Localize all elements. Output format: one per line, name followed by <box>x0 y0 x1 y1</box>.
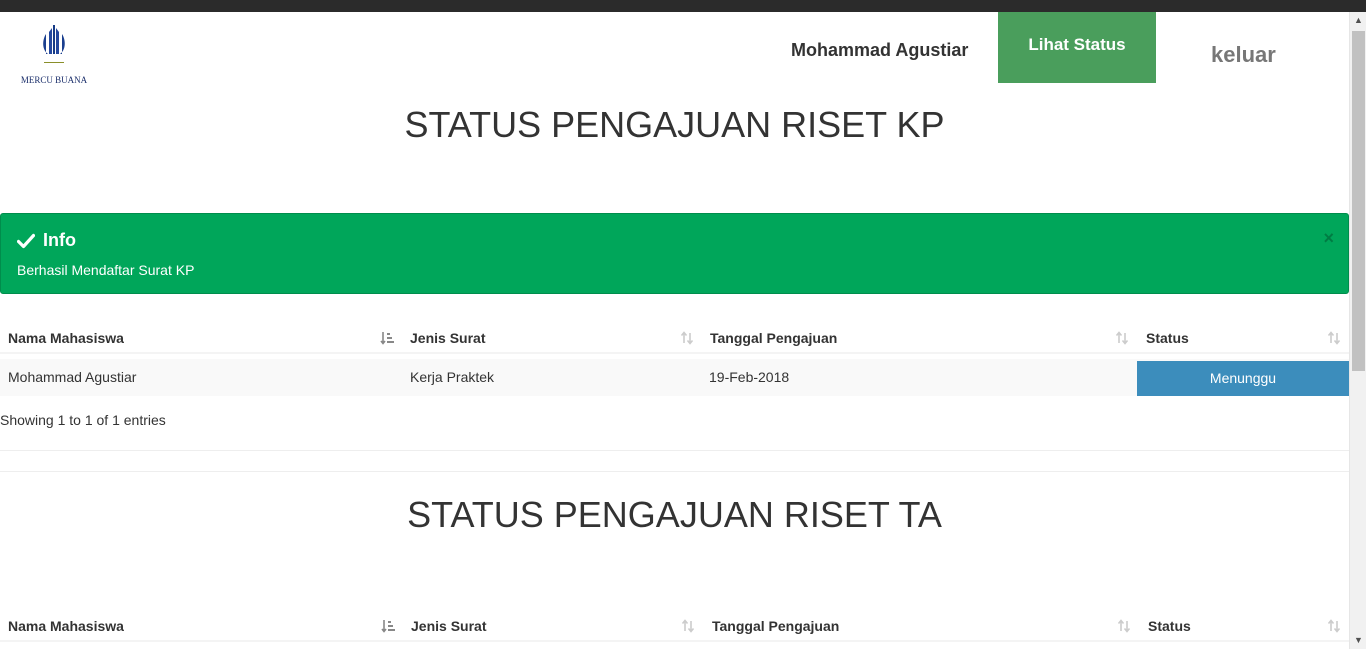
column-header-status[interactable]: Status <box>1148 610 1191 642</box>
mercu-buana-logo[interactable]: MERCU BUANA <box>18 24 90 86</box>
nav-logout-link[interactable]: keluar <box>1211 42 1276 68</box>
page-content: MERCU BUANA Mohammad Agustiar Lihat Stat… <box>0 12 1349 649</box>
sort-icon[interactable] <box>680 331 694 345</box>
table-header-row: Nama Mahasiswa Jenis Surat Tanggal Penga… <box>0 322 1349 354</box>
logo-text: MERCU BUANA <box>20 75 88 85</box>
sort-asc-icon[interactable] <box>380 331 394 345</box>
scroll-down-arrow-icon[interactable]: ▼ <box>1350 632 1366 649</box>
logo-emblem-icon <box>43 25 65 63</box>
sort-icon[interactable] <box>1115 331 1129 345</box>
column-header-nama[interactable]: Nama Mahasiswa <box>8 322 124 354</box>
column-header-jenis[interactable]: Jenis Surat <box>410 322 485 354</box>
check-icon <box>17 233 35 248</box>
table-row: Mohammad Agustiar Kerja Praktek 19-Feb-2… <box>0 359 1349 396</box>
table-info: Showing 1 to 1 of 1 entries <box>0 412 166 428</box>
column-header-nama[interactable]: Nama Mahasiswa <box>8 610 124 642</box>
sort-asc-icon[interactable] <box>381 619 395 633</box>
vertical-scrollbar[interactable]: ▲ ▼ <box>1349 12 1366 649</box>
sort-icon[interactable] <box>1327 619 1341 633</box>
success-alert: Info Berhasil Mendaftar Surat KP × <box>0 213 1349 294</box>
status-badge: Menunggu <box>1137 361 1349 396</box>
table-header-row: Nama Mahasiswa Jenis Surat Tanggal Penga… <box>0 610 1349 642</box>
nav-lihat-status-button[interactable]: Lihat Status <box>998 12 1156 83</box>
nav-user-name[interactable]: Mohammad Agustiar <box>791 40 968 61</box>
kp-section-title: STATUS PENGAJUAN RISET KP <box>404 104 945 145</box>
cell-tanggal: 19-Feb-2018 <box>709 369 790 385</box>
alert-heading: Info <box>17 230 76 251</box>
alert-message: Berhasil Mendaftar Surat KP <box>17 262 195 278</box>
scroll-thumb[interactable] <box>1352 31 1365 371</box>
alert-heading-text: Info <box>43 230 76 250</box>
cell-nama: Mohammad Agustiar <box>8 369 137 385</box>
section-divider <box>0 471 1349 472</box>
section-divider <box>0 450 1349 451</box>
sort-icon[interactable] <box>1327 331 1341 345</box>
browser-top-bar <box>0 0 1366 12</box>
scroll-up-arrow-icon[interactable]: ▲ <box>1350 12 1366 29</box>
sort-icon[interactable] <box>681 619 695 633</box>
sort-icon[interactable] <box>1117 619 1131 633</box>
ta-section-title: STATUS PENGAJUAN RISET TA <box>407 494 942 535</box>
alert-close-button[interactable]: × <box>1323 228 1334 249</box>
cell-jenis: Kerja Praktek <box>410 369 495 385</box>
column-header-jenis[interactable]: Jenis Surat <box>411 610 486 642</box>
column-header-status[interactable]: Status <box>1146 322 1189 354</box>
column-header-tanggal[interactable]: Tanggal Pengajuan <box>710 322 837 354</box>
column-header-tanggal[interactable]: Tanggal Pengajuan <box>712 610 839 642</box>
